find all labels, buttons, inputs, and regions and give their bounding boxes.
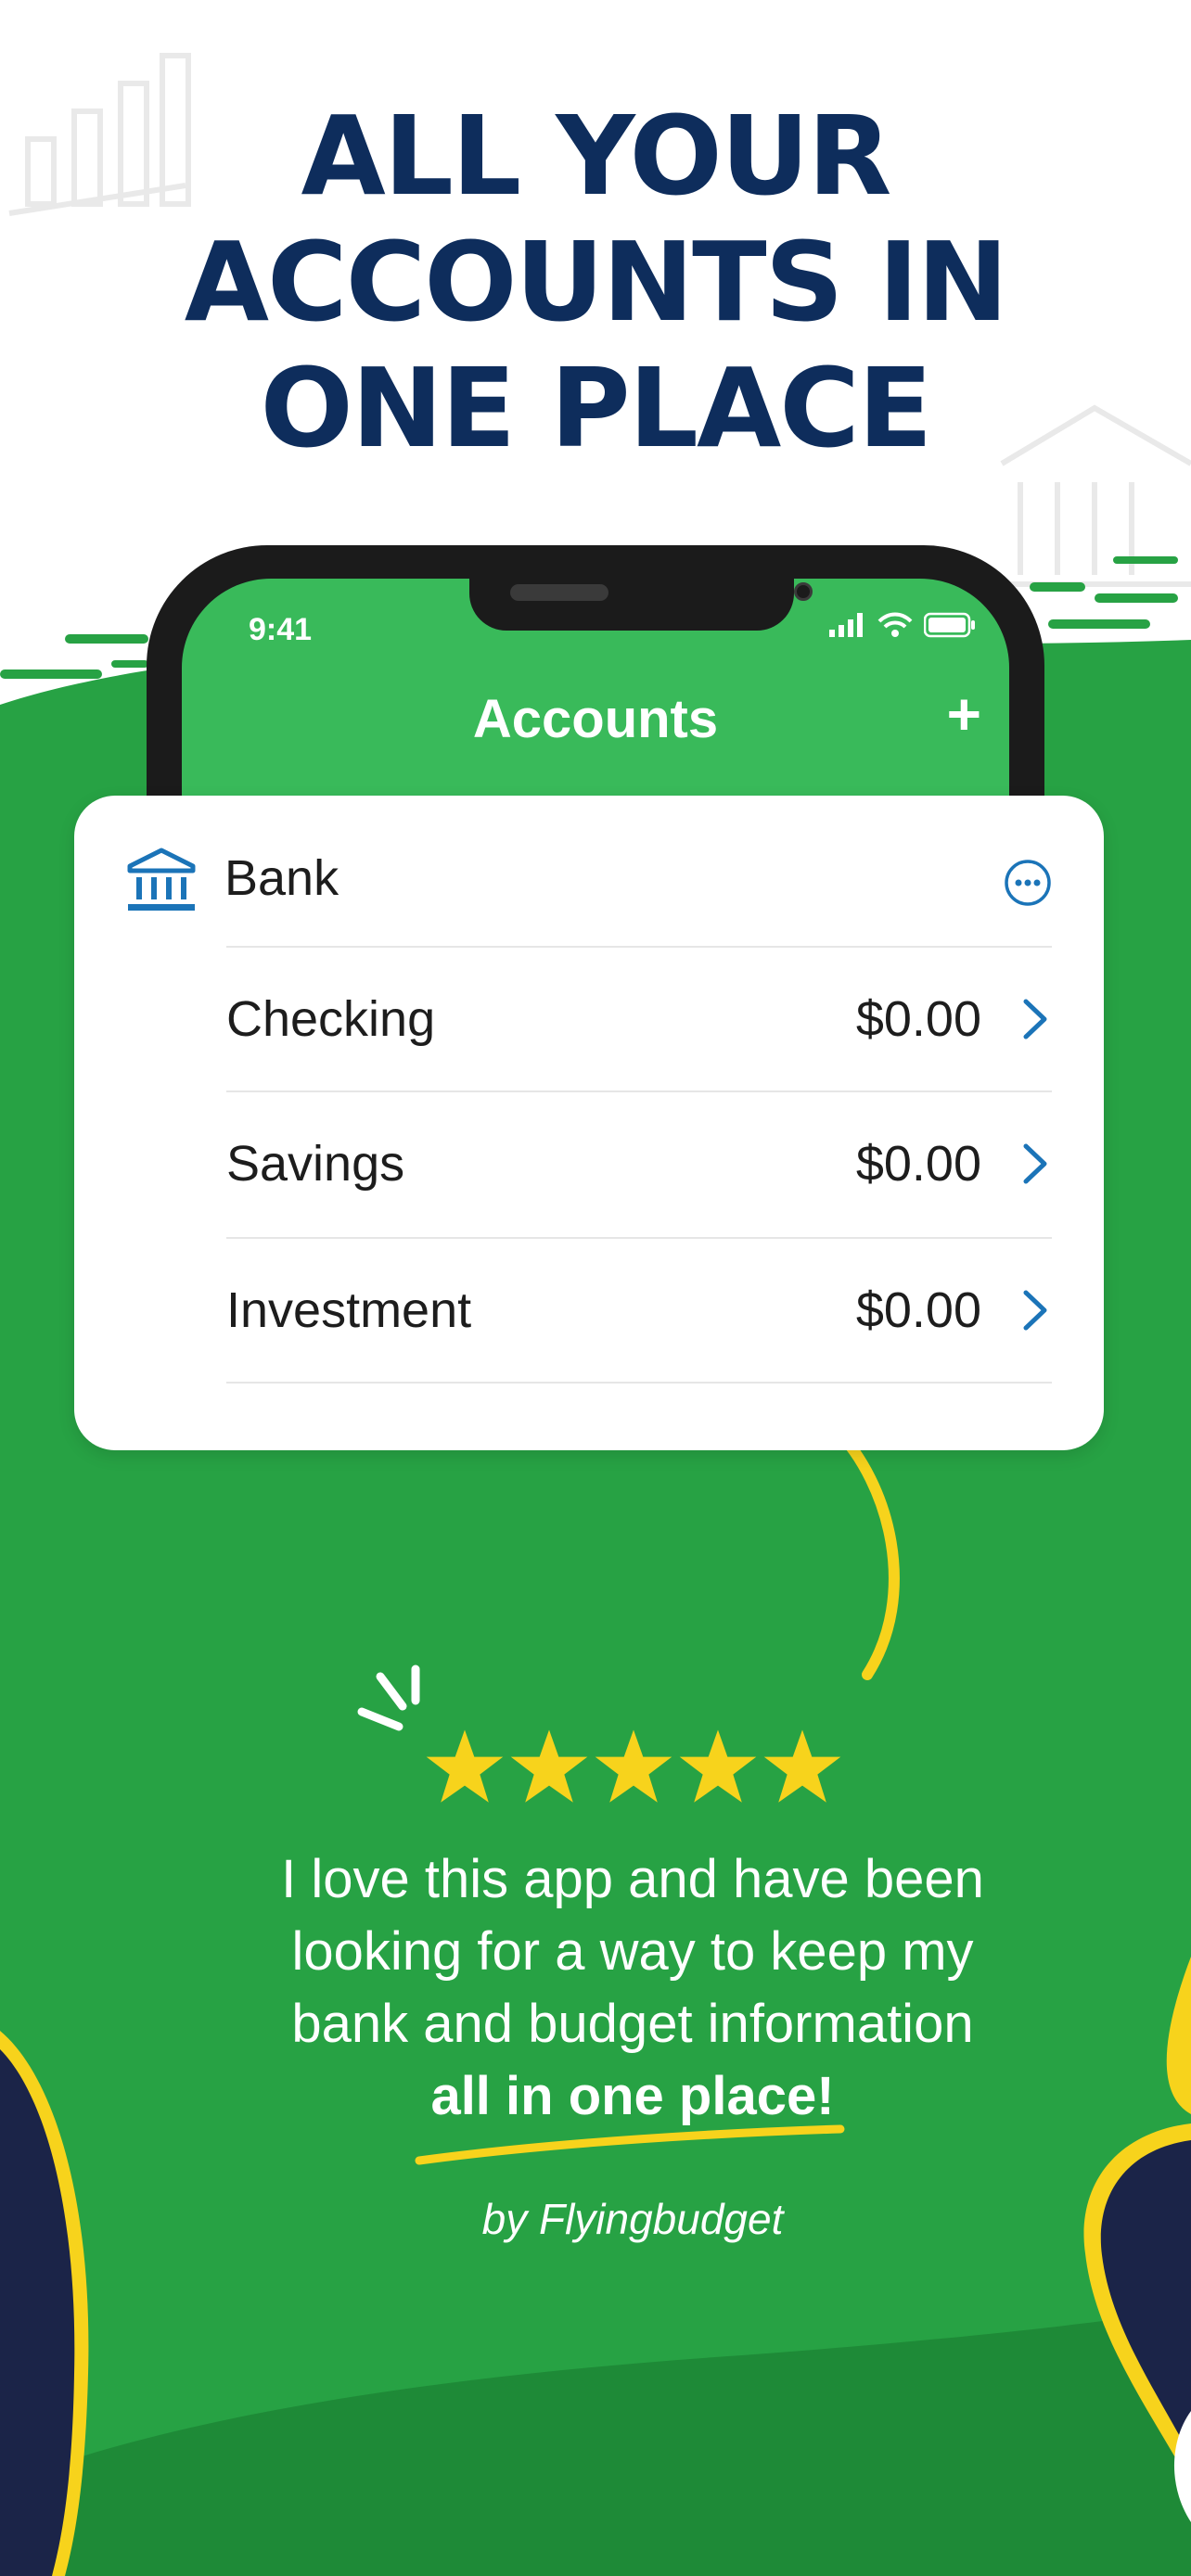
- account-balance: $0.00: [855, 1136, 981, 1192]
- chevron-right-icon: [1023, 1290, 1047, 1331]
- account-row-investment[interactable]: Investment $0.00: [226, 1239, 1052, 1382]
- account-name: Savings: [226, 1136, 405, 1192]
- bank-group-label: Bank: [224, 850, 339, 906]
- review-line-3: bank and budget information: [291, 1994, 974, 2054]
- account-balance: $0.00: [855, 1282, 981, 1338]
- bank-group-header[interactable]: Bank: [74, 796, 1104, 944]
- review-line-2: looking for a way to keep my: [291, 1921, 974, 1982]
- nav-title: Accounts: [472, 689, 719, 749]
- review-line-1: I love this app and have been: [281, 1849, 984, 1909]
- star-icon: [426, 1729, 504, 1803]
- add-account-button[interactable]: +: [947, 677, 981, 751]
- review-quote: I love this app and have been looking fo…: [148, 1843, 1117, 2133]
- headline-line-1: ALL YOUR: [301, 92, 891, 220]
- phone-camera: [794, 582, 813, 601]
- wifi-icon: [877, 612, 913, 637]
- review-byline: by Flyingbudget: [481, 2195, 784, 2243]
- signal-icon: [829, 613, 863, 637]
- status-time: 9:41: [249, 612, 313, 647]
- star-icon: [510, 1729, 588, 1803]
- status-icons: [829, 612, 976, 638]
- bank-icon: [127, 848, 196, 911]
- star-icon: [595, 1729, 672, 1803]
- star-icon: [763, 1729, 841, 1803]
- account-name: Checking: [226, 991, 436, 1047]
- account-row-checking[interactable]: Checking $0.00: [226, 948, 1052, 1090]
- headline: ALL YOUR ACCOUNTS IN ONE PLACE: [0, 93, 1191, 471]
- account-row-savings[interactable]: Savings $0.00: [226, 1092, 1052, 1235]
- chevron-right-icon: [1023, 999, 1047, 1039]
- account-balance: $0.00: [855, 991, 981, 1047]
- divider: [226, 1382, 1052, 1384]
- headline-line-2: ACCOUNTS IN: [184, 218, 1009, 346]
- review-highlight: all in one place!: [430, 2066, 835, 2126]
- star-rating: [425, 1727, 842, 1806]
- battery-icon: [924, 612, 975, 638]
- accounts-card: Bank Checking $0.00 Savings $0.00 Invest…: [74, 796, 1104, 1450]
- star-icon: [679, 1729, 757, 1803]
- more-options-icon[interactable]: [1004, 859, 1052, 907]
- chevron-right-icon: [1023, 1143, 1047, 1184]
- app-store-screenshot: ALL YOUR ACCOUNTS IN ONE PLACE 9:41 Acco…: [0, 0, 1191, 2576]
- account-name: Investment: [226, 1282, 472, 1338]
- phone-speaker: [510, 584, 608, 601]
- headline-line-3: ONE PLACE: [260, 344, 933, 472]
